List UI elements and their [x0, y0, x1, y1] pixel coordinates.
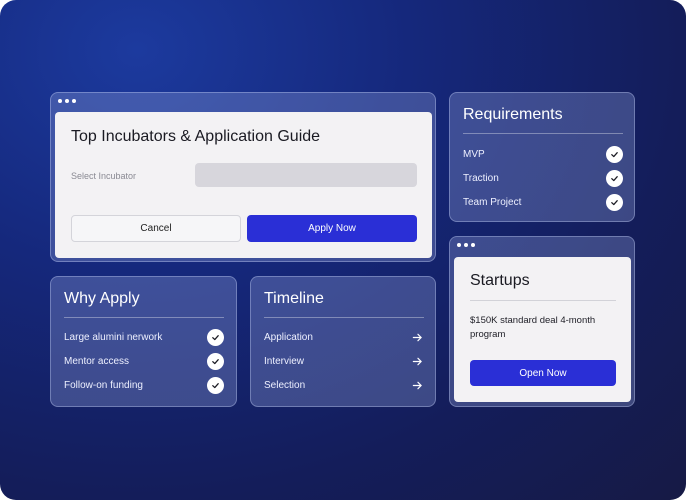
select-incubator-label: Select Incubator: [71, 171, 137, 181]
check-icon: [606, 193, 623, 211]
check-icon: [207, 328, 224, 346]
requirement-label: Traction: [463, 172, 499, 184]
requirement-label: MVP: [463, 148, 485, 160]
startups-window: Startups $150K standard deal 4-month pro…: [449, 236, 635, 407]
open-now-button[interactable]: Open Now: [470, 360, 616, 386]
timeline-step-label: Selection: [264, 379, 306, 391]
timeline-title: Timeline: [264, 290, 324, 307]
why-apply-title: Why Apply: [64, 290, 140, 307]
check-icon: [207, 376, 224, 394]
benefit-label: Large alumini nerwork: [64, 331, 163, 343]
timeline-panel: Timeline Application Interview Selection: [250, 276, 436, 407]
list-item: Follow-on funding: [64, 376, 224, 394]
list-item: Traction: [463, 169, 623, 187]
divider: [264, 317, 424, 318]
guide-window: Top Incubators & Application Guide Selec…: [50, 92, 436, 262]
requirement-label: Team Project: [463, 196, 522, 208]
requirements-panel: Requirements MVP Traction Team Project: [449, 92, 635, 222]
timeline-step-label: Interview: [264, 355, 305, 367]
why-apply-panel: Why Apply Large alumini nerwork Mentor a…: [50, 276, 237, 407]
list-item[interactable]: Interview: [264, 352, 424, 370]
check-icon: [606, 169, 623, 187]
background-canvas: Top Incubators & Application Guide Selec…: [0, 0, 686, 500]
divider: [470, 300, 616, 301]
apply-now-button[interactable]: Apply Now: [247, 215, 417, 242]
arrow-right-icon: [410, 378, 424, 392]
check-icon: [606, 145, 623, 163]
divider: [463, 133, 623, 134]
guide-card: Top Incubators & Application Guide Selec…: [55, 112, 432, 258]
cancel-button[interactable]: Cancel: [71, 215, 241, 242]
list-item: Team Project: [463, 193, 623, 211]
window-dots: [58, 99, 76, 103]
arrow-right-icon: [410, 330, 424, 344]
window-dots: [457, 243, 475, 247]
startups-title: Startups: [470, 272, 530, 289]
guide-title: Top Incubators & Application Guide: [71, 128, 321, 145]
benefit-label: Follow-on funding: [64, 379, 143, 391]
check-icon: [207, 352, 224, 370]
divider: [64, 317, 224, 318]
requirements-title: Requirements: [463, 106, 563, 123]
benefit-label: Mentor access: [64, 355, 130, 367]
list-item: Mentor access: [64, 352, 224, 370]
arrow-right-icon: [410, 354, 424, 368]
list-item[interactable]: Application: [264, 328, 424, 346]
select-incubator-field[interactable]: [195, 163, 417, 187]
list-item[interactable]: Selection: [264, 376, 424, 394]
timeline-step-label: Application: [264, 331, 313, 343]
list-item: MVP: [463, 145, 623, 163]
list-item: Large alumini nerwork: [64, 328, 224, 346]
startups-description: $150K standard deal 4-month program: [470, 315, 596, 340]
startups-card: Startups $150K standard deal 4-month pro…: [454, 257, 631, 402]
